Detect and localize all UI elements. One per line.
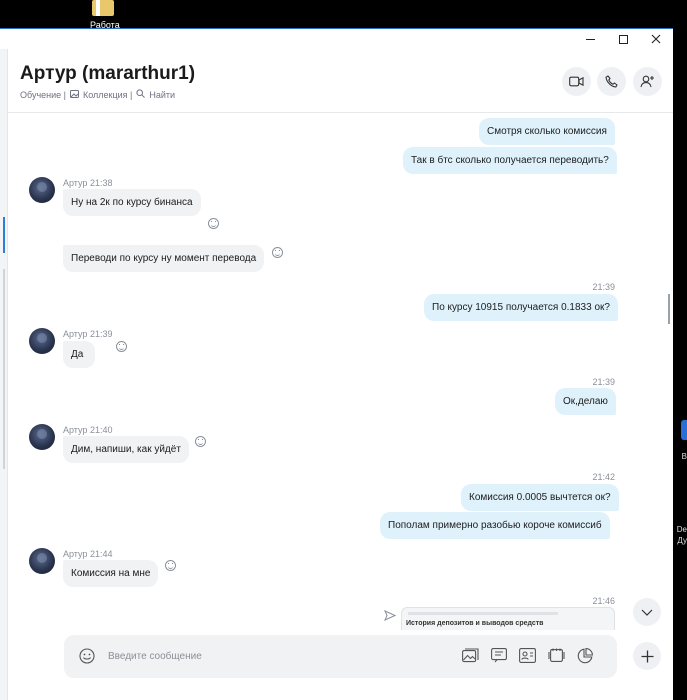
message-composer (64, 635, 617, 678)
emoji-react-icon[interactable] (195, 436, 206, 447)
contact-name[interactable]: Артур (mararthur1) (20, 63, 195, 85)
close-icon (651, 34, 661, 44)
search-icon (136, 89, 146, 100)
message-input[interactable] (108, 647, 408, 665)
avatar[interactable] (29, 548, 55, 574)
add-person-button[interactable] (633, 67, 662, 96)
plus-icon (641, 650, 653, 662)
message-scrollbar[interactable] (668, 114, 671, 630)
sidebar-edge (0, 49, 8, 700)
mention-icon[interactable] (519, 648, 536, 668)
message-bubble-outgoing[interactable]: Смотря сколько комиссия (479, 118, 615, 145)
emoji-react-icon[interactable] (208, 218, 219, 229)
message-bubble-outgoing[interactable]: Ок,делаю (555, 388, 616, 415)
phone-icon (605, 75, 618, 88)
link-learning[interactable]: Обучение | (20, 90, 66, 100)
avatar[interactable] (29, 328, 55, 354)
folder-icon[interactable] (88, 0, 118, 20)
gallery-icon[interactable] (462, 648, 479, 668)
avatar[interactable] (29, 424, 55, 450)
chat-links: Обучение | Коллекция | Найти (20, 89, 175, 100)
message-time: 21:39 (592, 282, 615, 292)
message-time: 21:42 (592, 472, 615, 482)
add-content-button[interactable] (633, 642, 661, 670)
message-sender-time: Артур 21:39 (63, 329, 113, 339)
desktop-side-label-2: De Ду (676, 525, 687, 545)
sent-icon (384, 608, 397, 626)
message-bubble-incoming[interactable]: Дим, напиши, как уйдёт (63, 436, 189, 463)
sidebar-scrollbar[interactable] (3, 269, 5, 469)
gif-icon[interactable] (548, 648, 565, 668)
link-collection[interactable]: Коллекция | (83, 90, 132, 100)
chat-header: Артур (mararthur1) Обучение | Коллекция … (8, 49, 673, 113)
message-sender-time: Артур 21:38 (63, 178, 113, 188)
image-attachment[interactable]: История депозитов и выводов средств (401, 607, 615, 630)
message-sender-time: Артур 21:40 (63, 425, 113, 435)
scroll-down-button[interactable] (633, 598, 661, 626)
message-list[interactable]: Смотря сколько комиссия Так в бтс скольк… (8, 114, 665, 630)
chat-window: Артур (mararthur1) Обучение | Коллекция … (0, 28, 673, 700)
add-person-icon (640, 75, 654, 88)
gallery-icon (70, 89, 79, 100)
message-bubble-incoming[interactable]: Ну на 2к по курсу бинанса (63, 189, 201, 216)
emoji-icon[interactable] (79, 648, 95, 669)
emoji-react-icon[interactable] (272, 247, 283, 258)
message-time: 21:46 (592, 596, 615, 606)
message-bubble-incoming[interactable]: Комиссия на мне (63, 560, 159, 587)
maximize-button[interactable] (607, 29, 639, 49)
video-call-icon (569, 76, 584, 87)
message-sender-time: Артур 21:44 (63, 549, 113, 559)
video-call-button[interactable] (562, 67, 591, 96)
message-time: 21:39 (592, 377, 615, 387)
poll-icon[interactable] (577, 648, 593, 669)
link-find[interactable]: Найти (149, 90, 175, 100)
emoji-react-icon[interactable] (165, 560, 176, 571)
desktop-side-icon[interactable] (681, 420, 687, 440)
message-bubble-outgoing[interactable]: Комиссия 0.0005 вычтется ок? (461, 484, 619, 511)
audio-call-button[interactable] (597, 67, 626, 96)
avatar[interactable] (29, 177, 55, 203)
desktop-side-label: В (681, 452, 687, 461)
attachment-title: История депозитов и выводов средств (406, 620, 544, 627)
selection-indicator (3, 217, 5, 253)
message-bubble-incoming[interactable]: Переводи по курсу ну момент перевода (63, 245, 265, 272)
message-bubble-incoming[interactable]: Да (63, 341, 96, 368)
close-button[interactable] (640, 29, 672, 49)
title-bar (0, 29, 673, 49)
message-bubble-outgoing[interactable]: По курсу 10915 получается 0.1833 ок? (424, 294, 618, 321)
contact-card-icon[interactable] (491, 648, 507, 668)
minimize-button[interactable] (574, 29, 606, 49)
emoji-react-icon[interactable] (116, 341, 127, 352)
chevron-down-icon (641, 609, 653, 616)
message-bubble-outgoing[interactable]: Пополам примерно разобью короче комиссиб (380, 512, 610, 539)
message-bubble-outgoing[interactable]: Так в бтс сколько получается переводить? (403, 147, 617, 174)
